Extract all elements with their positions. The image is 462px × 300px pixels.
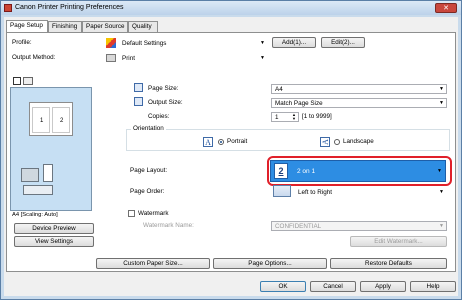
restore-defaults-button[interactable]: Restore Defaults	[330, 258, 447, 269]
watermark-checkbox[interactable]	[128, 210, 135, 217]
preview-caption: A4 [Scaling: Auto]	[12, 212, 58, 218]
watermark-name-value: CONFIDENTIAL	[275, 223, 322, 230]
preview-page-2: 2	[52, 107, 70, 133]
orientation-label: Orientation	[131, 125, 166, 132]
printer-app-icon	[4, 4, 12, 12]
page-size-icon	[134, 83, 143, 92]
spinner-arrows-icon[interactable]: ▲ ▼	[292, 113, 296, 121]
chevron-down-icon: ▼	[439, 100, 444, 106]
page-order-label: Page Order:	[130, 188, 165, 195]
output-size-select[interactable]: Match Page Size ▼	[271, 98, 447, 108]
portrait-icon: A	[203, 137, 213, 147]
page-layout-label: Page Layout:	[130, 167, 168, 174]
page-size-label: Page Size:	[148, 85, 179, 92]
window-title: Canon Printer Printing Preferences	[15, 4, 124, 11]
edit-watermark-button[interactable]: Edit Watermark...	[350, 236, 447, 247]
output-method-value: Print	[122, 55, 135, 62]
output-method-label: Output Method:	[12, 54, 56, 61]
preview-sheet: 1 2	[29, 102, 73, 136]
copies-spinner[interactable]: 1 ▲ ▼	[271, 112, 299, 122]
chevron-down-icon: ▼	[439, 86, 444, 92]
orientation-group	[126, 129, 450, 151]
view-settings-button[interactable]: View Settings	[14, 236, 94, 247]
close-button[interactable]: ✕	[435, 3, 457, 13]
custom-paper-size-button[interactable]: Custom Paper Size...	[96, 258, 210, 269]
output-size-icon	[134, 97, 143, 106]
profile-select[interactable]: Default Settings ▼	[118, 38, 268, 48]
profile-label: Profile:	[12, 39, 32, 46]
device-preview-button[interactable]: Device Preview	[14, 223, 94, 234]
tab-finishing[interactable]: Finishing	[48, 21, 82, 32]
chevron-down-icon: ▼	[439, 189, 444, 195]
chevron-down-icon: ▼	[437, 168, 442, 174]
page-options-button[interactable]: Page Options...	[213, 258, 327, 269]
profile-icon	[106, 38, 116, 48]
copies-label: Copies:	[148, 113, 170, 120]
page-size-value: A4	[275, 86, 283, 93]
landscape-radio[interactable]	[334, 139, 340, 145]
landscape-label[interactable]: Landscape	[343, 138, 374, 145]
preview-page-1: 1	[32, 107, 50, 133]
tray-output-icon	[23, 185, 53, 195]
layout-preview: 1 2	[10, 87, 92, 211]
output-size-label: Output Size:	[148, 99, 183, 106]
chevron-down-icon: ▼	[439, 223, 444, 229]
cancel-button[interactable]: Cancel	[310, 281, 356, 292]
chevron-down-icon: ▼	[260, 40, 265, 46]
output-size-value: Match Page Size	[275, 100, 323, 107]
page-order-select[interactable]: Left to Right ▼	[294, 187, 447, 197]
device-image-icon	[21, 168, 39, 182]
portrait-label[interactable]: Portrait	[227, 138, 247, 145]
preview-page-number: 1	[40, 118, 44, 124]
page-layout-icon: 2	[274, 163, 288, 179]
apply-button[interactable]: Apply	[360, 281, 406, 292]
chevron-down-icon: ▼	[260, 55, 265, 61]
profile-add-button[interactable]: Add(1)...	[272, 37, 316, 48]
preview-page-number: 2	[60, 118, 64, 124]
copies-range: [1 to 9999]	[302, 113, 332, 120]
page-order-value: Left to Right	[298, 189, 332, 196]
help-button[interactable]: Help	[410, 281, 456, 292]
landscape-icon: A	[320, 137, 330, 147]
tab-paper-source[interactable]: Paper Source	[82, 21, 128, 32]
copies-value: 1	[275, 114, 279, 121]
single-page-view-icon[interactable]	[13, 77, 21, 85]
output-method-select[interactable]: Print ▼	[118, 53, 268, 63]
page-size-select[interactable]: A4 ▼	[271, 84, 447, 94]
profile-value: Default Settings	[122, 40, 167, 47]
page-layout-value: 2 on 1	[297, 168, 316, 175]
title-bar: Canon Printer Printing Preferences ✕	[1, 1, 461, 15]
portrait-radio[interactable]	[218, 139, 224, 145]
watermark-label[interactable]: Watermark	[138, 210, 169, 217]
page-order-icon	[273, 185, 291, 197]
watermark-name-select[interactable]: CONFIDENTIAL ▼	[271, 221, 447, 231]
page-layout-select[interactable]: 2 2 on 1 ▼	[270, 160, 446, 182]
paper-stack-icon	[43, 164, 53, 182]
watermark-name-label: Watermark Name:	[143, 222, 194, 229]
tab-quality[interactable]: Quality	[128, 21, 158, 32]
printer-view-icon[interactable]	[23, 77, 33, 85]
profile-edit-button[interactable]: Edit(2)...	[321, 37, 365, 48]
ok-button[interactable]: OK	[260, 281, 306, 292]
printer-icon	[106, 54, 116, 62]
